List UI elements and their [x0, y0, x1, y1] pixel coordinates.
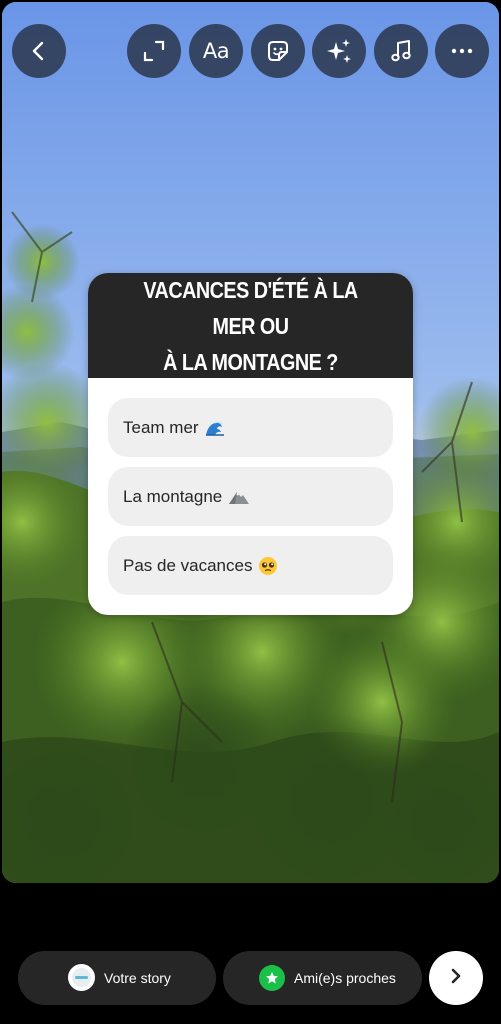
- more-options-button[interactable]: [435, 24, 489, 78]
- mountain-icon: [228, 489, 250, 505]
- music-button[interactable]: [374, 24, 428, 78]
- sticker-button[interactable]: [251, 24, 305, 78]
- text-tool-label: Aa: [202, 39, 230, 63]
- wave-icon: [205, 419, 225, 437]
- poll-sticker[interactable]: VACANCES D'ÉTÉ À LA MER OU À LA MONTAGNE…: [88, 273, 413, 615]
- sparkles-icon: [324, 36, 354, 66]
- pleading-face-icon: [258, 556, 278, 576]
- music-note-icon: [388, 38, 414, 64]
- your-story-button[interactable]: Votre story: [18, 951, 216, 1005]
- poll-question-line-1: VACANCES D'ÉTÉ À LA MER OU: [143, 276, 358, 339]
- chevron-left-icon: [28, 40, 50, 62]
- close-friends-button[interactable]: Ami(e)s proches: [223, 951, 422, 1005]
- poll-option-label: Team mer: [123, 417, 199, 437]
- back-button[interactable]: [12, 24, 66, 78]
- sticker-icon: [264, 37, 292, 65]
- poll-option-label: La montagne: [123, 486, 223, 506]
- story-editor-screen: Aa VACANCES D'ÉTÉ À LA MER OU À LA MONTA…: [0, 0, 501, 1024]
- poll-question-line-2: À LA MONTAGNE ?: [163, 348, 338, 375]
- next-button[interactable]: [429, 951, 483, 1005]
- expand-icon: [141, 38, 167, 64]
- text-tool-button[interactable]: Aa: [189, 24, 243, 78]
- avatar-image: [72, 968, 91, 987]
- poll-option-team-mer[interactable]: Team mer: [108, 398, 393, 457]
- poll-option-la-montagne[interactable]: La montagne: [108, 467, 393, 526]
- close-friends-label: Ami(e)s proches: [294, 970, 396, 986]
- expand-button[interactable]: [127, 24, 181, 78]
- poll-option-label: Pas de vacances: [123, 555, 253, 575]
- your-story-label: Votre story: [104, 970, 171, 986]
- close-friends-star-icon: [259, 965, 285, 991]
- effects-button[interactable]: [312, 24, 366, 78]
- poll-options: Team mer La montagne Pas de vacances: [88, 378, 413, 595]
- poll-question: VACANCES D'ÉTÉ À LA MER OU À LA MONTAGNE…: [123, 273, 378, 380]
- more-horizontal-icon: [450, 47, 474, 55]
- chevron-right-icon: [448, 967, 464, 990]
- poll-option-pas-de-vacances[interactable]: Pas de vacances: [108, 536, 393, 595]
- avatar: [68, 964, 95, 991]
- poll-header: VACANCES D'ÉTÉ À LA MER OU À LA MONTAGNE…: [88, 273, 413, 378]
